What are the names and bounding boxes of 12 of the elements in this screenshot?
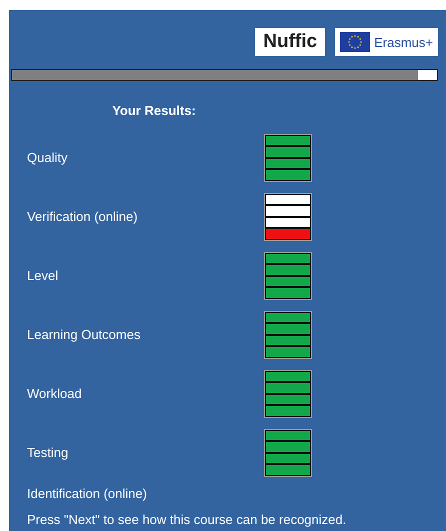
results-heading: Your Results: [111,103,197,118]
result-label: Learning Outcomes [27,327,140,342]
eu-flag-icon [340,32,370,52]
nuffic-logo: Nuffic [255,28,326,56]
result-label: Workload [27,386,82,401]
result-label: Quality [27,150,68,165]
erasmus-logo: Erasmus+ [335,28,438,56]
result-label: Testing [27,445,68,460]
instruction-text: Press "Next" to see how this course can be recognized. [26,512,348,527]
result-label: Level [27,268,58,283]
result-label: Identification (online) [27,486,147,500]
result-label: Verification (online) [27,209,138,224]
